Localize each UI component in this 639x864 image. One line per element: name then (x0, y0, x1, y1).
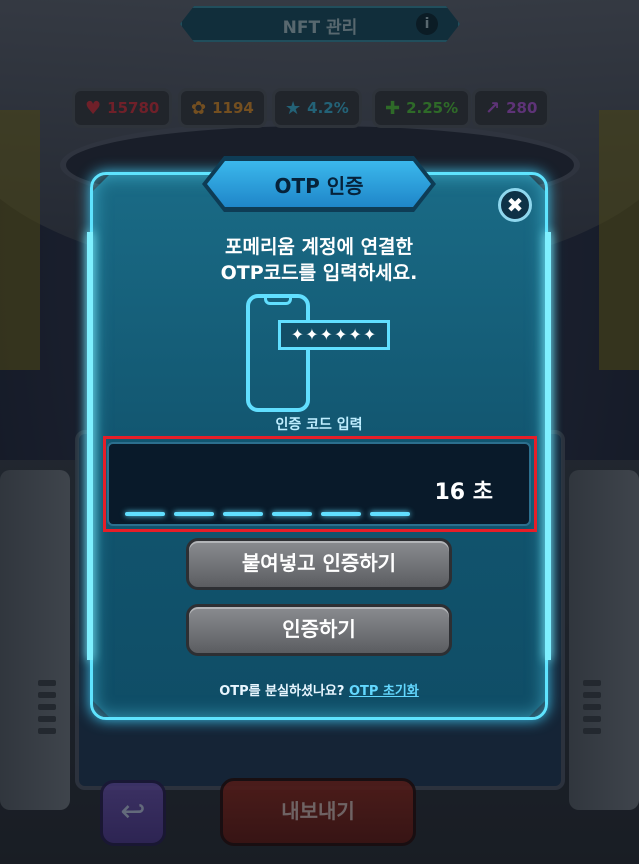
lost-otp-text: OTP를 분실하셨나요? (219, 684, 345, 699)
modal-title: OTP 인증 (274, 174, 364, 198)
input-highlight-box (103, 436, 537, 532)
modal-edge-left (87, 232, 93, 660)
instruction-line-1: 포메리움 계정에 연결한 (224, 236, 414, 258)
masked-code-icon: ✦✦✦✦✦✦ (278, 320, 390, 350)
footer-text: OTP를 분실하셨나요? OTP 초기화 (90, 680, 548, 699)
paste-and-verify-button[interactable]: 붙여넣고 인증하기 (186, 538, 452, 590)
phone-notch (264, 297, 292, 305)
otp-reset-link[interactable]: OTP 초기화 (349, 684, 419, 699)
phone-icon (246, 294, 310, 412)
instruction-text: 포메리움 계정에 연결한 OTP코드를 입력하세요. (90, 234, 548, 286)
verify-button[interactable]: 인증하기 (186, 604, 452, 656)
code-input-label: 인증 코드 입력 (275, 417, 363, 433)
instruction-line-2: OTP코드를 입력하세요. (220, 262, 418, 284)
modal-edge-right (545, 232, 551, 660)
otp-modal: OTP 인증 ✖ 포메리움 계정에 연결한 OTP코드를 입력하세요. ✦✦✦✦… (87, 172, 551, 720)
close-button[interactable]: ✖ (498, 188, 532, 222)
modal-title-tab: OTP 인증 (202, 156, 436, 212)
